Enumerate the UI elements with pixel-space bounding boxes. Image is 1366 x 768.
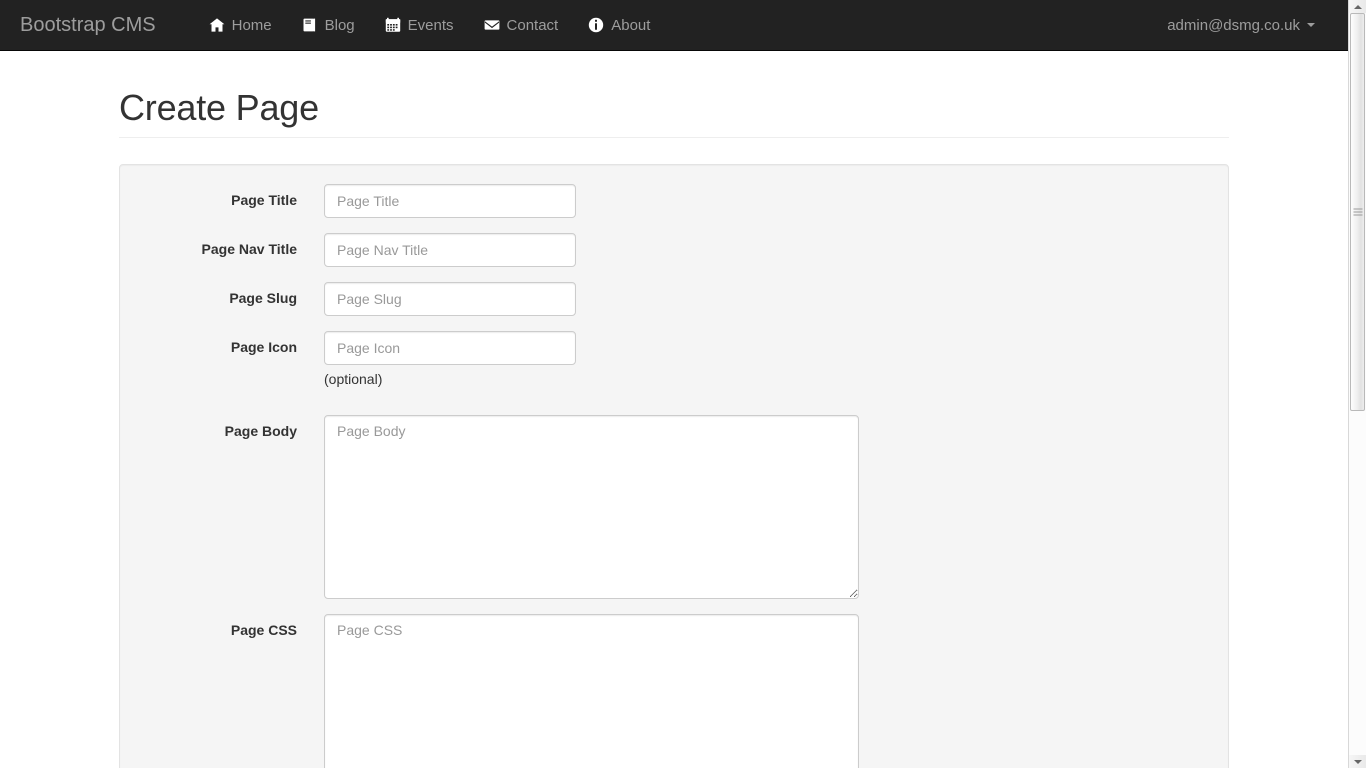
nav-item-label: Home xyxy=(231,16,272,34)
form-group-page-slug: Page Slug xyxy=(135,281,1213,316)
control-wrap-page-icon: (optional) xyxy=(324,330,576,400)
scroll-up-button[interactable] xyxy=(1349,0,1366,13)
calendar-icon xyxy=(385,17,401,33)
label-page-body: Page Body xyxy=(224,422,297,439)
user-account-label: admin@dsmg.co.uk xyxy=(1167,16,1300,34)
nav-item-events[interactable]: Events xyxy=(370,0,469,50)
nav-item-about[interactable]: About xyxy=(573,0,665,50)
page-icon-input[interactable] xyxy=(324,330,576,365)
vertical-scrollbar[interactable] xyxy=(1348,0,1366,768)
scroll-down-icon xyxy=(1353,759,1362,764)
control-wrap-page-slug xyxy=(324,281,576,316)
navbar-menu: Home Blog Events Contact About xyxy=(194,0,666,50)
home-icon xyxy=(209,17,225,33)
scrollbar-track[interactable] xyxy=(1349,13,1366,755)
book-icon xyxy=(302,17,318,33)
form-group-page-title: Page Title xyxy=(135,183,1213,218)
info-circle-icon xyxy=(588,17,604,33)
top-navbar: Bootstrap CMS Home Blog Events Contact A… xyxy=(0,0,1348,51)
navbar-right: admin@dsmg.co.uk xyxy=(1159,0,1348,50)
page-header: Create Page xyxy=(119,88,1229,138)
form-group-page-icon: Page Icon (optional) xyxy=(135,330,1213,400)
label-page-slug: Page Slug xyxy=(229,289,297,306)
form-group-page-nav-title: Page Nav Title xyxy=(135,232,1213,267)
page-slug-input[interactable] xyxy=(324,281,576,316)
scrollbar-grip-icon xyxy=(1353,208,1362,216)
label-page-nav-title: Page Nav Title xyxy=(201,240,297,257)
nav-item-blog[interactable]: Blog xyxy=(287,0,370,50)
scroll-up-icon xyxy=(1353,4,1362,9)
browser-viewport: Bootstrap CMS Home Blog Events Contact A… xyxy=(0,0,1366,768)
page-title-input[interactable] xyxy=(324,183,576,218)
form-group-page-body: Page Body xyxy=(135,414,1213,599)
navbar-brand[interactable]: Bootstrap CMS xyxy=(5,0,171,50)
label-page-css: Page CSS xyxy=(230,621,297,638)
page-nav-title-input[interactable] xyxy=(324,232,576,267)
form-group-page-css: Page CSS xyxy=(135,613,1213,768)
control-wrap-page-nav-title xyxy=(324,232,576,267)
scroll-down-button[interactable] xyxy=(1349,755,1366,768)
main-container: Create Page Page Title Page Nav Title xyxy=(104,88,1244,768)
page-css-textarea[interactable] xyxy=(324,613,859,768)
control-wrap-page-css xyxy=(324,613,859,768)
nav-item-contact[interactable]: Contact xyxy=(469,0,574,50)
control-wrap-page-title xyxy=(324,183,576,218)
label-page-title: Page Title xyxy=(231,191,297,208)
create-page-form-panel: Page Title Page Nav Title xyxy=(119,163,1229,768)
nav-item-label: About xyxy=(611,16,651,34)
page-title: Create Page xyxy=(119,87,319,128)
page-body-textarea[interactable] xyxy=(324,414,859,599)
chevron-down-icon xyxy=(1307,23,1315,27)
page-icon-help-text: (optional) xyxy=(324,370,383,387)
nav-item-label: Contact xyxy=(506,16,559,34)
envelope-icon xyxy=(484,17,500,33)
create-page-form: Page Title Page Nav Title xyxy=(135,183,1213,768)
scrollbar-thumb[interactable] xyxy=(1350,13,1365,411)
user-account-dropdown[interactable]: admin@dsmg.co.uk xyxy=(1159,17,1323,34)
navbar-brand-label: Bootstrap CMS xyxy=(20,14,156,36)
nav-item-home[interactable]: Home xyxy=(194,0,287,50)
control-wrap-page-body xyxy=(324,414,859,599)
label-page-icon: Page Icon xyxy=(230,338,297,355)
page-content: Bootstrap CMS Home Blog Events Contact A… xyxy=(0,0,1348,768)
nav-item-label: Blog xyxy=(324,16,355,34)
nav-item-label: Events xyxy=(407,16,454,34)
